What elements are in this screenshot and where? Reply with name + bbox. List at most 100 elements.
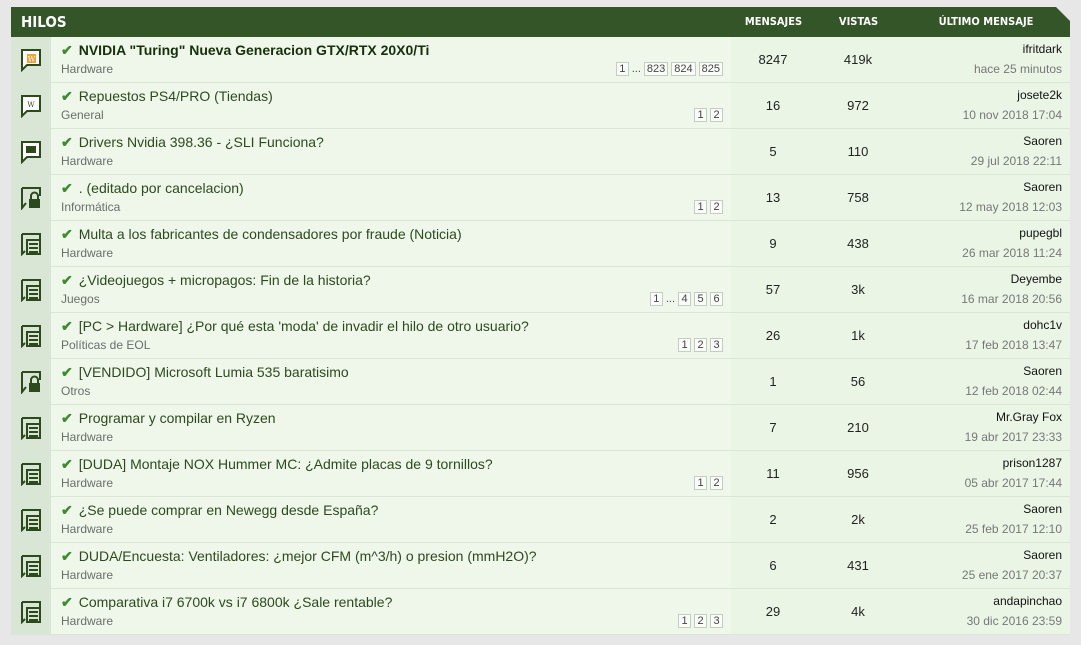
thread-forum-link[interactable]: Hardware [61, 154, 113, 168]
thread-title-link[interactable]: DUDA/Encuesta: Ventiladores: ¿mejor CFM … [79, 548, 537, 564]
check-icon: ✔ [61, 548, 73, 564]
check-icon: ✔ [61, 272, 73, 288]
thread-pages: 1... 4 5 6 [649, 292, 723, 306]
page-link[interactable]: 3 [710, 614, 723, 628]
last-message-user-link[interactable]: prison1287 [1003, 456, 1062, 470]
last-message-user-link[interactable]: Deyembe [1011, 272, 1062, 286]
last-message-date-link[interactable]: 30 dic 2016 23:59 [967, 614, 1062, 628]
thread-row: W ✔ Repuestos PS4/PRO (Tiendas) General 1… [11, 83, 1070, 129]
thread-title-link[interactable]: [PC > Hardware] ¿Por qué esta 'moda' de … [79, 318, 529, 334]
last-message-user-link[interactable]: Mr.Gray Fox [996, 410, 1062, 424]
last-message-date-link[interactable]: 17 feb 2018 13:47 [965, 338, 1062, 352]
page-link[interactable]: 3 [710, 338, 723, 352]
last-message-user-link[interactable]: Saoren [1023, 364, 1062, 378]
thread-title-link[interactable]: Programar y compilar en Ryzen [79, 410, 276, 426]
thread-title-line: ✔ ¿Se puede comprar en Newegg desde Españ… [61, 502, 378, 519]
thread-row: ✔ Multa a los fabricantes de condensadore… [11, 221, 1070, 267]
page-link[interactable]: 2 [710, 476, 723, 490]
page-link[interactable]: 1 [694, 476, 707, 490]
thread-title-link[interactable]: Comparativa i7 6700k vs i7 6800k ¿Sale r… [79, 594, 393, 610]
thread-title-link[interactable]: Repuestos PS4/PRO (Tiendas) [79, 88, 273, 104]
thread-forum-link[interactable]: Hardware [61, 430, 113, 444]
last-message-user-link[interactable]: pupegbl [1019, 226, 1062, 240]
page-link[interactable]: 1 [649, 292, 663, 306]
thread-forum-link[interactable]: Hardware [61, 614, 113, 628]
thread-row: ✔ DUDA/Encuesta: Ventiladores: ¿mejor CFM… [11, 543, 1070, 589]
thread-title-link[interactable]: ¿Videojuegos + micropagos: Fin de la his… [79, 272, 371, 288]
page-link[interactable]: 6 [710, 292, 723, 306]
thread-title-link[interactable]: ¿Se puede comprar en Newegg desde España… [79, 502, 379, 518]
page-link[interactable]: 1 [678, 614, 691, 628]
page-link[interactable]: 825 [698, 62, 723, 76]
thread-forum-link[interactable]: Hardware [61, 62, 113, 76]
column-messages-header[interactable]: MENSAJES [741, 7, 806, 37]
page-link[interactable]: 5 [694, 292, 707, 306]
last-message-date-link[interactable]: hace 25 minutos [974, 62, 1062, 76]
thread-message-count: 5 [769, 144, 777, 159]
thread-forum-link[interactable]: Hardware [61, 568, 113, 582]
page-link[interactable]: 823 [643, 62, 669, 76]
thread-main-cell: ✔ DUDA/Encuesta: Ventiladores: ¿mejor CFM… [51, 543, 731, 588]
page-link[interactable]: 1 [678, 338, 691, 352]
thread-forum-link[interactable]: Políticas de EOL [61, 338, 150, 352]
thread-title-link[interactable]: [DUDA] Montaje NOX Hummer MC: ¿Admite pl… [79, 456, 493, 472]
thread-forum-link[interactable]: Hardware [61, 522, 113, 536]
thread-message-count: 29 [765, 604, 781, 619]
thread-forum-link[interactable]: Juegos [61, 292, 100, 306]
thread-forum-link[interactable]: Otros [61, 384, 90, 398]
last-message-date-link[interactable]: 19 abr 2017 23:33 [965, 430, 1062, 444]
thread-title-link[interactable]: NVIDIA "Turing" Nueva Generacion GTX/RTX… [79, 42, 430, 58]
last-message-user-link[interactable]: Saoren [1023, 180, 1062, 194]
thread-view-count: 419k [843, 52, 873, 67]
page-link[interactable]: 2 [710, 108, 723, 122]
last-message-date-link[interactable]: 12 feb 2018 02:44 [965, 384, 1062, 398]
last-message-user-link[interactable]: josete2k [1017, 88, 1062, 102]
last-message-date-link[interactable]: 25 feb 2017 12:10 [965, 522, 1062, 536]
last-message-user-link[interactable]: dohc1v [1023, 318, 1062, 332]
page-link[interactable]: 2 [694, 614, 707, 628]
last-message-user-link[interactable]: Saoren [1023, 502, 1062, 516]
thread-list: HILOS MENSAJES VISTAS ÚLTIMO MENSAJE W ✔… [11, 6, 1071, 635]
page-link[interactable]: 2 [694, 338, 707, 352]
page-link[interactable]: 1 [615, 62, 629, 76]
column-views-header[interactable]: VISTAS [831, 7, 886, 37]
thread-title-link[interactable]: [VENDIDO] Microsoft Lumia 535 baratisimo [79, 364, 349, 380]
page-link[interactable]: 824 [671, 62, 696, 76]
last-message-date-link[interactable]: 05 abr 2017 17:44 [965, 476, 1062, 490]
last-message-user-link[interactable]: ifritdark [1023, 42, 1062, 56]
check-icon: ✔ [61, 88, 73, 104]
page-link[interactable]: 1 [694, 200, 707, 214]
thread-forum-link[interactable]: Hardware [61, 246, 113, 260]
page-link[interactable]: 1 [694, 108, 707, 122]
last-message-date-link[interactable]: 12 may 2018 12:03 [959, 200, 1062, 214]
thread-pages: 12 [694, 200, 723, 214]
thread-forum-link[interactable]: General [61, 108, 104, 122]
thread-main-cell: ✔ Programar y compilar en Ryzen Hardware [51, 405, 731, 450]
thread-row: ✔ Drivers Nvidia 398.36 - ¿SLI Funciona? … [11, 129, 1070, 175]
thread-view-count: 758 [847, 190, 869, 205]
thread-message-count: 26 [765, 328, 781, 343]
column-last-message-header[interactable]: ÚLTIMO MENSAJE [936, 7, 1036, 37]
thread-row: ✔ Programar y compilar en Ryzen Hardware … [11, 405, 1070, 451]
thread-status-cell: W [11, 37, 51, 83]
thread-forum-link[interactable]: Hardware [61, 476, 113, 490]
thread-pages: 1... 823 824 825 [615, 62, 723, 76]
last-message-date-link[interactable]: 25 ene 2017 20:37 [962, 568, 1062, 582]
last-message-date-link[interactable]: 16 mar 2018 20:56 [961, 292, 1062, 306]
thread-status-cell [11, 359, 51, 405]
thread-title-link[interactable]: . (editado por cancelacion) [79, 180, 244, 196]
last-message-user-link[interactable]: andapinchao [993, 594, 1062, 608]
last-message-user-link[interactable]: Saoren [1023, 134, 1062, 148]
page-link[interactable]: 4 [678, 292, 691, 306]
last-message-date-link[interactable]: 10 nov 2018 17:04 [963, 108, 1062, 122]
thread-forum-link[interactable]: Informática [61, 200, 120, 214]
thread-main-cell: ✔ ¿Se puede comprar en Newegg desde Españ… [51, 497, 731, 542]
last-message-date-link[interactable]: 29 jul 2018 22:11 [971, 154, 1062, 168]
thread-title-link[interactable]: Drivers Nvidia 398.36 - ¿SLI Funciona? [79, 134, 324, 150]
thread-row: ✔ ¿Videojuegos + micropagos: Fin de la hi… [11, 267, 1070, 313]
last-message-date-link[interactable]: 26 mar 2018 11:24 [962, 246, 1062, 260]
last-message-user-link[interactable]: Saoren [1023, 548, 1062, 562]
page-link[interactable]: 2 [710, 200, 723, 214]
check-icon: ✔ [61, 364, 73, 380]
thread-title-link[interactable]: Multa a los fabricantes de condensadores… [79, 226, 462, 242]
